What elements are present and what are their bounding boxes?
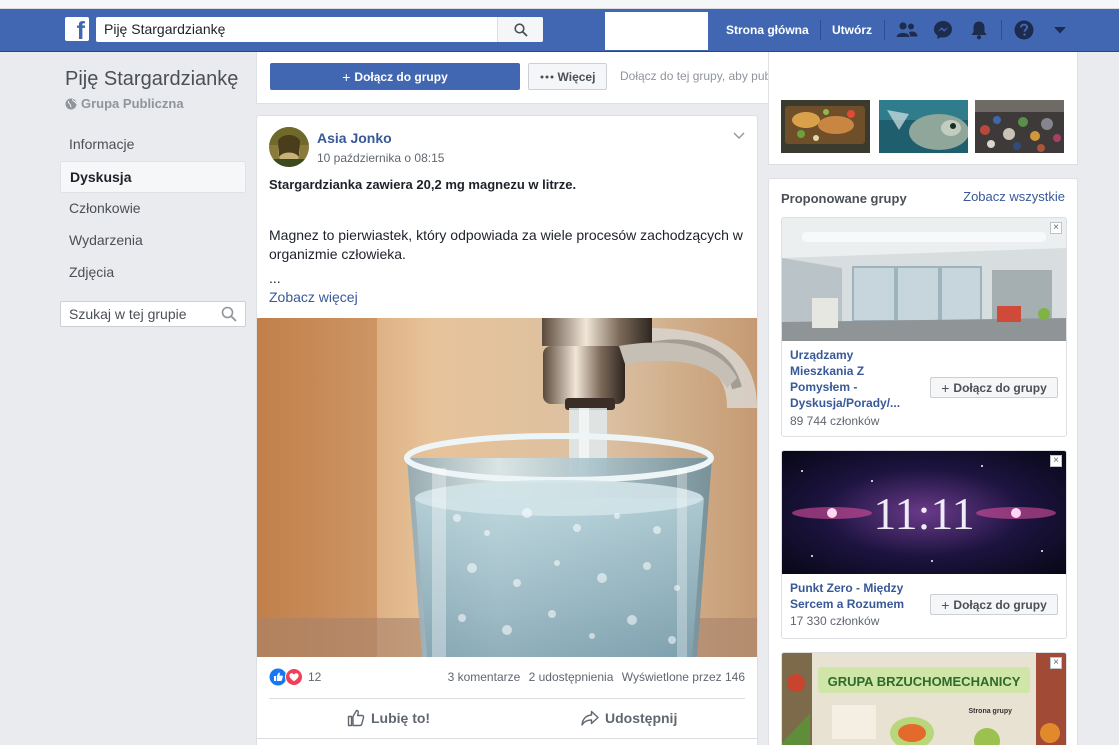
- friends-icon[interactable]: [896, 19, 918, 41]
- dismiss-close-icon[interactable]: ×: [1050, 455, 1062, 467]
- sidebar-item-wydarzenia[interactable]: Wydarzenia: [60, 225, 246, 257]
- global-search[interactable]: Piję Stargardziankę: [96, 17, 543, 42]
- group-photos-card: [768, 52, 1078, 165]
- suggested-join-button[interactable]: + Dołącz do grupy: [930, 377, 1058, 398]
- cover-1111-text: 11:11: [873, 488, 974, 539]
- group-cover-interior[interactable]: [782, 218, 1066, 341]
- post-stats: 3 komentarze 2 udostępnienia Wyświetlone…: [443, 670, 745, 684]
- notifications-icon[interactable]: [968, 19, 990, 41]
- thumbs-up-icon: [347, 709, 365, 727]
- post-ellipsis: ...: [269, 270, 281, 286]
- browser-top-strip: [0, 0, 1119, 9]
- divider: [257, 738, 757, 739]
- post-timestamp[interactable]: 10 października o 08:15: [317, 151, 444, 165]
- post-headline: Stargardzianka zawiera 20,2 mg magnezu w…: [269, 177, 577, 192]
- post-options-chevron-icon[interactable]: [733, 129, 745, 143]
- cover-group-title-text: GRUPA BRZUCHOMECHANICY: [828, 674, 1021, 689]
- plus-icon: +: [342, 68, 351, 85]
- suggested-group-members: 89 744 członków: [790, 414, 880, 428]
- suggested-group-members: 17 330 członków: [790, 614, 880, 628]
- suggested-group-name[interactable]: Urządzamy Mieszkania Z Pomysłem - Dyskus…: [790, 347, 920, 411]
- comment-count-link[interactable]: 3 komentarze: [448, 670, 521, 684]
- photo-thumbnail-waste[interactable]: [975, 100, 1064, 153]
- search-input[interactable]: Piję Stargardziankę: [96, 17, 497, 42]
- group-cover-1111[interactable]: 11:11: [782, 451, 1066, 574]
- facebook-logo[interactable]: f: [65, 17, 89, 44]
- plus-icon: +: [941, 379, 950, 396]
- nav-home[interactable]: Strona główna: [726, 21, 809, 39]
- plus-icon: +: [941, 596, 950, 613]
- dismiss-close-icon[interactable]: ×: [1050, 222, 1062, 234]
- join-group-button[interactable]: + Dołącz do grupy: [270, 63, 520, 90]
- dismiss-close-icon[interactable]: ×: [1050, 657, 1062, 669]
- post-card: Asia Jonko 10 października o 08:15 Starg…: [256, 115, 758, 745]
- search-icon: [221, 306, 237, 322]
- reaction-summary[interactable]: 12: [269, 668, 321, 686]
- like-button[interactable]: Lubię to!: [347, 706, 430, 730]
- suggested-group-card: GRUPA BRZUCHOMECHANICY Strona grupy ×: [781, 652, 1067, 745]
- photo-thumbnail-fish[interactable]: [879, 100, 968, 153]
- dropdown-icon[interactable]: [1049, 19, 1071, 41]
- sidebar-item-czlonkowie[interactable]: Członkowie: [60, 193, 246, 225]
- suggested-group-card: 11:11 × Punkt Zero - Między Sercem a Roz…: [781, 450, 1067, 639]
- suggested-group-card: × Urządzamy Mieszkania Z Pomysłem - Dysk…: [781, 217, 1067, 437]
- top-navigation-bar: f Piję Stargardziankę Strona główna Utwó…: [0, 9, 1119, 52]
- love-reaction-icon: [285, 668, 303, 686]
- sidebar-item-dyskusja[interactable]: Dyskusja: [60, 161, 246, 193]
- sidebar-item-zdjecia[interactable]: Zdjęcia: [60, 257, 246, 289]
- see-more-link[interactable]: Zobacz więcej: [269, 289, 358, 305]
- view-count: Wyświetlone przez 146: [621, 670, 745, 684]
- suggested-join-button[interactable]: + Dołącz do grupy: [930, 594, 1058, 615]
- nav-separator: [820, 20, 821, 40]
- suggested-groups-title: Proponowane grupy: [781, 191, 907, 206]
- globe-icon: [65, 98, 77, 109]
- group-privacy: Grupa Publiczna: [65, 96, 184, 111]
- divider: [269, 698, 745, 699]
- post-image-water-glass[interactable]: [257, 318, 757, 657]
- search-icon: [513, 22, 528, 37]
- nav-separator: [1001, 20, 1002, 40]
- cover-subtitle-text: Strona grupy: [968, 708, 1012, 715]
- group-title[interactable]: Piję Stargardziankę: [65, 68, 238, 91]
- help-icon[interactable]: [1013, 19, 1035, 41]
- photo-thumbnail-food[interactable]: [781, 100, 870, 153]
- group-navigation: Informacje Dyskusja Członkowie Wydarzeni…: [60, 129, 246, 289]
- share-button[interactable]: Udostępnij: [581, 706, 677, 730]
- more-dots-icon: [540, 75, 554, 78]
- group-search-input[interactable]: Szukaj w tej grupie: [60, 301, 246, 327]
- nav-create[interactable]: Utwórz: [832, 21, 872, 39]
- suggested-groups-card: Proponowane grupy Zobacz wszystkie × Urz…: [768, 178, 1078, 745]
- suggested-group-name[interactable]: Punkt Zero - Między Sercem a Rozumem: [790, 580, 920, 612]
- see-all-link[interactable]: Zobacz wszystkie: [963, 189, 1065, 204]
- more-button[interactable]: Więcej: [528, 63, 607, 90]
- search-button[interactable]: [497, 17, 543, 42]
- share-count-link[interactable]: 2 udostępnienia: [529, 670, 614, 684]
- nav-separator: [884, 20, 885, 40]
- messenger-icon[interactable]: [932, 19, 954, 41]
- post-author[interactable]: Asia Jonko: [317, 130, 392, 146]
- post-body-text: Magnez to pierwiastek, który odpowiada z…: [269, 227, 743, 262]
- profile-placeholder[interactable]: [605, 12, 708, 50]
- reaction-count: 12: [308, 670, 322, 684]
- sidebar-item-informacje[interactable]: Informacje: [60, 129, 246, 161]
- group-cover-brzuchomechanicy[interactable]: GRUPA BRZUCHOMECHANICY Strona grupy: [782, 653, 1066, 745]
- share-arrow-icon: [581, 710, 599, 726]
- author-avatar[interactable]: [269, 127, 309, 167]
